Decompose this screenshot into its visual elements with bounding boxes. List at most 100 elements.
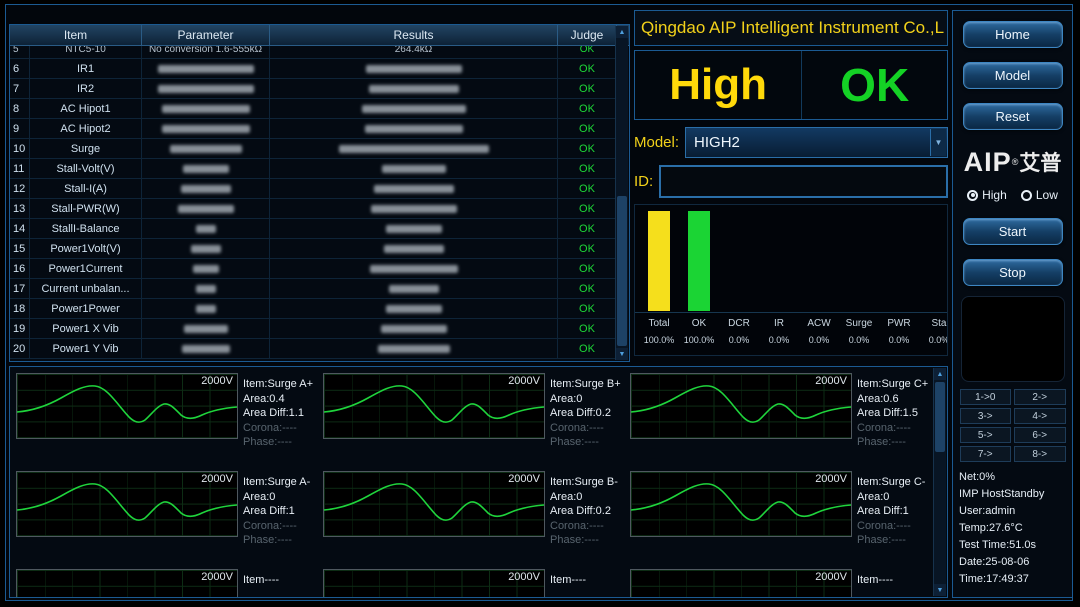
waveform-info: Item:Surge C-Area:0Area Diff:1Corona:---… (857, 471, 925, 563)
result-cell-redacted (270, 259, 558, 278)
table-row[interactable]: 18Power1PowerOK (10, 299, 616, 319)
home-button[interactable]: Home (963, 21, 1063, 48)
redacted-text (178, 205, 234, 213)
registered-mark-icon: ® (1012, 157, 1019, 167)
redacted-text (374, 185, 454, 193)
channel-button-8[interactable]: 8-> (1014, 446, 1066, 462)
waveform-grid: 2000VItem:Surge A+Area:0.4Area Diff:1.1C… (16, 373, 931, 597)
table-row[interactable]: 7IR2OK (10, 79, 616, 99)
channel-button-7[interactable]: 7-> (960, 446, 1012, 462)
judge-cell: OK (558, 219, 616, 238)
scroll-down-arrow-icon[interactable]: ▼ (616, 348, 628, 360)
waveform-scrollbar[interactable]: ▲ ▼ (933, 368, 946, 596)
channel-button-2[interactable]: 2-> (1014, 389, 1066, 405)
scroll-down-arrow-icon[interactable]: ▼ (934, 584, 946, 596)
chart-value-label: 0.0% (799, 335, 839, 345)
radio-high[interactable]: High (967, 188, 1007, 202)
surge-waveform-chart: 2000V (16, 373, 238, 439)
surge-waveform-chart: 2000V (323, 569, 545, 597)
model-button[interactable]: Model (963, 62, 1063, 89)
status-line: Date:25-08-06 (959, 554, 1072, 571)
judge-cell: OK (558, 139, 616, 158)
table-row[interactable]: 17Current unbalan...OK (10, 279, 616, 299)
table-row[interactable]: 20Power1 Y VibOK (10, 339, 616, 359)
table-row[interactable]: 8AC Hipot1OK (10, 99, 616, 119)
row-number: 9 (10, 119, 30, 138)
chart-value-label: 0.0% (719, 335, 759, 345)
result-cell-redacted (270, 139, 558, 158)
table-row[interactable]: 13Stall-PWR(W)OK (10, 199, 616, 219)
company-title: Qingdao AIP Intelligent Instrument Co.,L (641, 18, 944, 38)
wave-area-label: Area:0 (857, 490, 925, 505)
wave-item-label: Item:Surge B- (550, 475, 618, 490)
waveform-scroll-thumb[interactable] (935, 382, 945, 452)
table-header: ItemParameterResultsJudge (10, 25, 629, 46)
nav-buttons: Home Model Reset (953, 21, 1072, 130)
channel-button-5[interactable]: 5-> (960, 427, 1012, 443)
radio-dot-icon (1021, 190, 1032, 201)
sidebar: HomeModelReset AIP®艾普 HighLow Start Stop… (952, 10, 1073, 598)
id-input[interactable] (659, 165, 948, 198)
model-label: Model: (634, 134, 685, 151)
voltage-label: 2000V (815, 375, 847, 387)
item-cell: NTC5-10 (30, 46, 142, 58)
result-cell-redacted (270, 299, 558, 318)
table-row[interactable]: 16Power1CurrentOK (10, 259, 616, 279)
wave-area-diff-label: Area Diff:0.2 (550, 406, 621, 421)
table-row[interactable]: 6IR1OK (10, 59, 616, 79)
channel-button-6[interactable]: 6-> (1014, 427, 1066, 443)
table-row[interactable]: 9AC Hipot2OK (10, 119, 616, 139)
model-select[interactable]: HIGH2 ▼ (685, 127, 948, 158)
result-section: OK (802, 51, 947, 119)
waveform-info: Item:Surge B-Area:0Area Diff:0.2Corona:-… (550, 471, 618, 563)
id-row: ID: (634, 165, 948, 198)
table-row[interactable]: 12Stall-I(A)OK (10, 179, 616, 199)
row-number: 5 (10, 46, 30, 58)
redacted-text (162, 105, 250, 113)
table-row[interactable]: 19Power1 X VibOK (10, 319, 616, 339)
parameter-cell-redacted (142, 199, 270, 218)
table-row[interactable]: 10SurgeOK (10, 139, 616, 159)
judge-cell: OK (558, 239, 616, 258)
waveform-cell: 2000VItem:Surge B+Area:0Area Diff:0.2Cor… (323, 373, 624, 465)
channel-button-4[interactable]: 4-> (1014, 408, 1066, 424)
waveform-info: Item:Surge C+Area:0.6Area Diff:1.5Corona… (857, 373, 928, 465)
scroll-up-arrow-icon[interactable]: ▲ (934, 368, 946, 380)
parameter-cell-redacted (142, 259, 270, 278)
stop-button[interactable]: Stop (963, 259, 1063, 286)
column-header-judge: Judge (558, 25, 617, 45)
parameter-cell-redacted (142, 319, 270, 338)
table-row[interactable]: 15Power1Volt(V)OK (10, 239, 616, 259)
wave-corona-label: Corona:---- (550, 421, 621, 436)
item-cell: Stall-Volt(V) (30, 159, 142, 178)
start-button[interactable]: Start (963, 218, 1063, 245)
table-row[interactable]: 11Stall-Volt(V)OK (10, 159, 616, 179)
chevron-down-icon[interactable]: ▼ (930, 129, 946, 156)
app-window: ItemParameterResultsJudge 5NTC5-10No con… (0, 0, 1080, 607)
id-label: ID: (634, 173, 659, 190)
parameter-cell: No conversion 1.6-555kΩ (142, 46, 270, 58)
parameter-cell-redacted (142, 119, 270, 138)
redacted-text (384, 245, 444, 253)
scroll-up-arrow-icon[interactable]: ▲ (616, 26, 628, 38)
chart-value-label: 0.0% (879, 335, 919, 345)
wave-item-label: Item:Surge A- (243, 475, 310, 490)
chart-bar (648, 211, 670, 311)
channel-button-1[interactable]: 1->0 (960, 389, 1012, 405)
surge-waveform-chart: 2000V (16, 569, 238, 597)
table-scroll-thumb[interactable] (617, 196, 627, 346)
channel-button-3[interactable]: 3-> (960, 408, 1012, 424)
result-cell-redacted (270, 279, 558, 298)
radio-low[interactable]: Low (1021, 188, 1058, 202)
message-display-panel (961, 296, 1065, 382)
table-row-partial[interactable]: 5NTC5-10No conversion 1.6-555kΩ264.4kΩOK (10, 46, 616, 59)
reset-button[interactable]: Reset (963, 103, 1063, 130)
table-scrollbar[interactable]: ▲ ▼ (615, 26, 628, 360)
table-row[interactable]: 14StallI-BalanceOK (10, 219, 616, 239)
item-cell: Stall-I(A) (30, 179, 142, 198)
voltage-label: 2000V (508, 571, 540, 583)
waveform-cell-partial: 2000VItem---- (630, 569, 931, 597)
parameter-cell-redacted (142, 139, 270, 158)
chart-category-label: OK (679, 318, 719, 329)
judge-cell: OK (558, 79, 616, 98)
